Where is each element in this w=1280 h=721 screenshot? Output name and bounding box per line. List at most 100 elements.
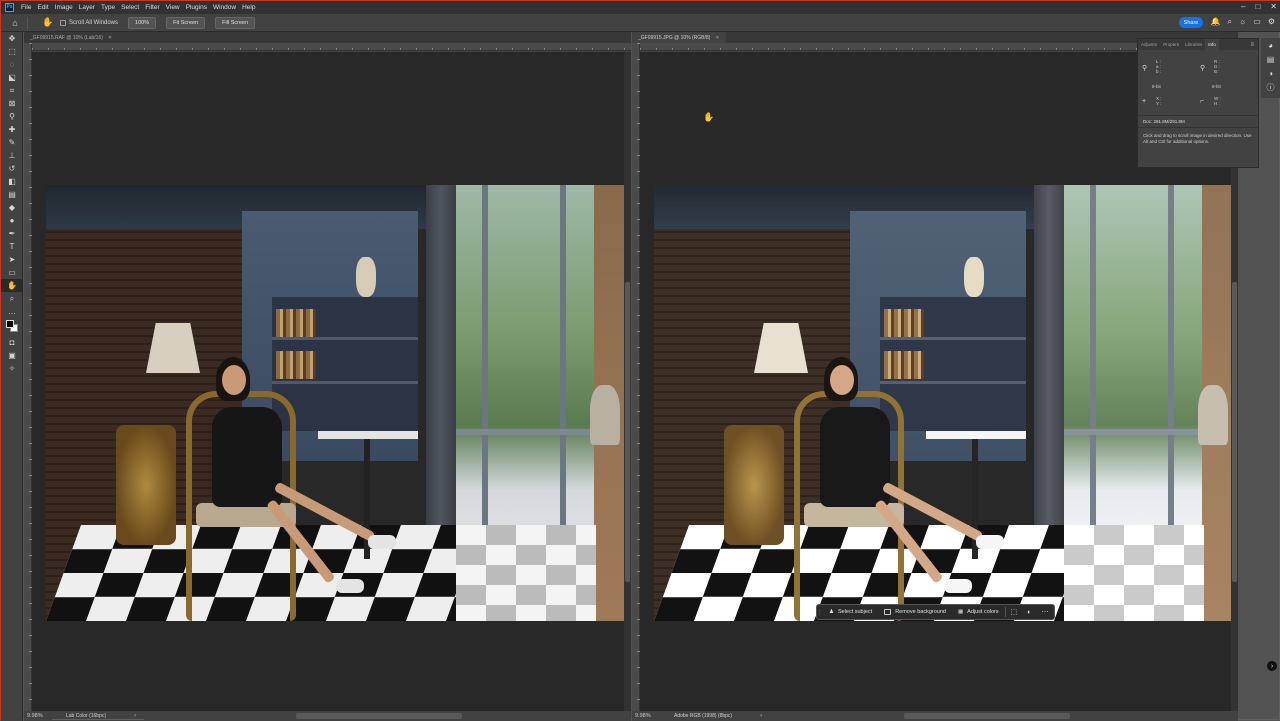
photo-image	[654, 185, 1234, 621]
canvas[interactable]	[32, 52, 631, 711]
photo-sneaker	[368, 535, 396, 549]
home-icon[interactable]: ⌂	[9, 17, 21, 29]
frame-icon[interactable]: ⬚	[1006, 608, 1023, 616]
tab-info[interactable]: Info	[1205, 39, 1219, 50]
zoom-level[interactable]: 9.98%	[24, 713, 52, 719]
crop-icon[interactable]: ⌗	[1, 84, 23, 97]
tab-properties[interactable]: Properti	[1160, 39, 1182, 50]
photo-cherub-statue	[964, 257, 984, 297]
close-tab-icon[interactable]: ✕	[715, 35, 719, 41]
spot-heal-icon[interactable]: ✚	[1, 123, 23, 136]
scroll-all-windows-checkbox[interactable]: Scroll All Windows	[60, 19, 119, 26]
info-panel: Adjustm Properti Libraries Info ≡ ⚲ L :a…	[1137, 38, 1259, 168]
more-options-icon[interactable]: ⋯	[1037, 608, 1054, 616]
menu-help[interactable]: Help	[239, 4, 258, 11]
layers-icon[interactable]: ▤	[1266, 55, 1275, 64]
bit-depth-right: 8-bit	[1212, 84, 1221, 89]
marquee-icon[interactable]: ⬚	[1, 45, 23, 58]
blur-icon[interactable]: ◆	[1, 201, 23, 214]
menu-layer[interactable]: Layer	[76, 4, 98, 11]
tool-hint: Click and drag to scroll image in desire…	[1143, 133, 1252, 144]
adjust-colors-button[interactable]: ▦ Adjust colors	[952, 605, 1005, 619]
minimize-icon[interactable]: –	[1241, 2, 1245, 11]
move-icon[interactable]: ✥	[1, 32, 23, 45]
tab-adjustments[interactable]: Adjustm	[1138, 39, 1160, 50]
adjustments-icon[interactable]: ◑	[1266, 69, 1275, 78]
horizontal-scroll-thumb[interactable]	[296, 713, 462, 719]
photo-image	[46, 185, 626, 621]
zoom-icon[interactable]: ⌕	[1, 292, 23, 305]
object-select-icon[interactable]: ⬕	[1, 71, 23, 84]
history-brush-icon[interactable]: ↺	[1, 162, 23, 175]
clone-stamp-icon[interactable]: ⊥	[1, 149, 23, 162]
maximize-icon[interactable]: □	[1255, 2, 1260, 11]
gradient-icon[interactable]: ▤	[1, 188, 23, 201]
photo-face	[830, 365, 854, 395]
menu-image[interactable]: Image	[52, 4, 76, 11]
bell-icon[interactable]: 🔔	[1210, 17, 1220, 27]
fit-screen-button[interactable]: Fit Screen	[166, 16, 206, 29]
tab-libraries[interactable]: Libraries	[1182, 39, 1205, 50]
zoom-level[interactable]: 9.98%	[632, 713, 660, 719]
eraser-icon[interactable]: ◧	[1, 175, 23, 188]
adjust-icon: ▦	[957, 609, 964, 615]
select-subject-button[interactable]: ♟ Select subject	[823, 605, 878, 619]
tab-title: _GF09915.RAF @ 10% (Lab/16)	[30, 34, 103, 41]
lightbulb-icon[interactable]: ☼	[1239, 17, 1246, 27]
close-tab-icon[interactable]: ✕	[108, 35, 112, 41]
scroll-indicator-icon[interactable]: ›	[1267, 661, 1277, 671]
screen-mode-icon[interactable]: ▣	[1, 349, 23, 362]
type-icon[interactable]: T	[1, 240, 23, 253]
menu-window[interactable]: Window	[210, 4, 239, 11]
color-swatches[interactable]	[1, 318, 23, 336]
eyedropper-icon[interactable]: ⚲	[1, 110, 23, 123]
checkbox-box[interactable]	[60, 19, 66, 26]
info-icon[interactable]: ⓘ	[1266, 83, 1275, 92]
menu-plugins[interactable]: Plugins	[183, 4, 210, 11]
lasso-icon[interactable]: ◌	[1, 58, 23, 71]
scroll-thumb[interactable]	[1232, 282, 1237, 582]
selection-size-icon: ⌐	[1200, 98, 1205, 105]
generative-icon[interactable]: ✧	[1, 362, 23, 375]
brush-icon[interactable]: ✎	[1, 136, 23, 149]
document-tab-jpg[interactable]: _GF09915.JPG @ 10% (RGB/8) ✕	[632, 32, 726, 43]
vertical-scrollbar[interactable]	[624, 52, 631, 711]
more-tools-icon[interactable]: …	[1, 305, 23, 318]
menu-type[interactable]: Type	[98, 4, 118, 11]
workspace-icon[interactable]: ▭	[1253, 17, 1261, 27]
dodge-icon[interactable]: ●	[1, 214, 23, 227]
status-menu-icon[interactable]: ›	[760, 713, 762, 719]
quick-mask-icon[interactable]: ◘	[1, 336, 23, 349]
menu-filter[interactable]: Filter	[142, 4, 162, 11]
menu-select[interactable]: Select	[118, 4, 142, 11]
settings-icon[interactable]: ⚙	[1268, 17, 1275, 27]
share-button[interactable]: Share	[1179, 17, 1203, 28]
close-icon[interactable]: ✕	[1270, 2, 1277, 11]
remove-background-button[interactable]: Remove background	[878, 605, 952, 619]
scroll-all-windows-label: Scroll All Windows	[69, 19, 119, 26]
eyedropper-icon: ⚲	[1142, 65, 1148, 72]
photo-books	[276, 309, 316, 337]
menu-edit[interactable]: Edit	[34, 4, 51, 11]
photo-garden-statue	[590, 385, 620, 445]
bit-depth-left: 8-bit	[1152, 84, 1161, 89]
fill-screen-button[interactable]: Fill Screen	[215, 16, 256, 29]
adjustment-layer-icon[interactable]: ◐	[1022, 609, 1036, 616]
hand-tool-icon[interactable]: ✋	[42, 17, 54, 29]
path-select-icon[interactable]: ➤	[1, 253, 23, 266]
color-wheel-icon[interactable]: ◕	[1266, 41, 1275, 50]
frame-icon[interactable]: ⊠	[1, 97, 23, 110]
foreground-color[interactable]	[6, 320, 14, 328]
scroll-thumb[interactable]	[625, 282, 630, 582]
zoom-100-button[interactable]: 100%	[128, 16, 157, 29]
search-icon[interactable]: ⌕	[1227, 17, 1231, 27]
panel-menu-icon[interactable]: ≡	[1250, 42, 1258, 48]
document-tab-raf[interactable]: _GF09915.RAF @ 10% (Lab/16) ✕	[24, 32, 119, 43]
rectangle-icon[interactable]: ▭	[1, 266, 23, 279]
pen-icon[interactable]: ✒	[1, 227, 23, 240]
menu-view[interactable]: View	[163, 4, 183, 11]
menu-file[interactable]: File	[18, 4, 34, 11]
horizontal-scroll-thumb[interactable]	[904, 713, 1070, 719]
contextual-task-bar: ⋮ ♟ Select subject Remove background ▦ A…	[816, 604, 1055, 620]
hand-icon[interactable]: ✋	[1, 279, 23, 292]
